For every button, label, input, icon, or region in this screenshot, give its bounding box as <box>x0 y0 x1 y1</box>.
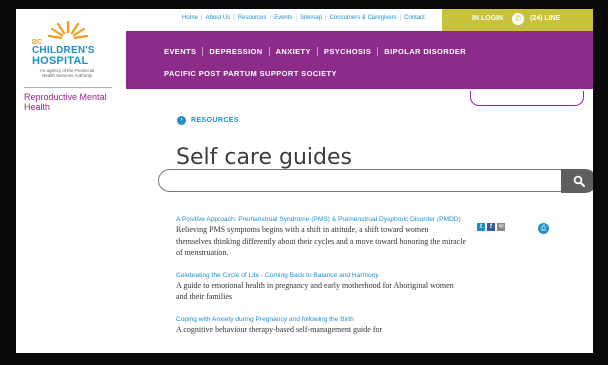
search-bar <box>158 169 593 194</box>
bc-childrens-hospital-logo[interactable]: BC CHILDREN'S HOSPITAL An agency of the … <box>24 19 114 81</box>
menu-item-pacific-post-partum[interactable]: PACIFIC POST PARTUM SUPPORT SOCIETY <box>164 69 337 78</box>
breadcrumb-resources[interactable]: RESOURCES <box>191 117 239 124</box>
chevron-right-icon: › <box>177 116 186 125</box>
list-item: A Positive Approach: Premenstrual Syndro… <box>176 215 466 259</box>
separator: | <box>269 15 272 21</box>
util-link-home[interactable]: Home <box>182 15 198 21</box>
phone-icon: ✆ <box>512 13 524 25</box>
result-title-link[interactable]: Coping with Anxiety during Pregnancy and… <box>176 315 466 324</box>
menu-item-anxiety[interactable]: ANXIETY <box>268 47 317 56</box>
util-link-about[interactable]: About Us <box>206 15 231 21</box>
email-icon[interactable]: ✉ <box>497 223 505 231</box>
search-button[interactable] <box>561 169 593 193</box>
result-description: A guide to emotional health in pregnancy… <box>176 280 454 302</box>
twitter-icon[interactable]: t <box>477 223 485 231</box>
search-input[interactable] <box>158 169 564 192</box>
utility-links: Home | About Us | Resources | Events | Sitem… <box>182 15 425 21</box>
main-menu-row: EVENTS DEPRESSION ANXIETY PSYCHOSIS BIPO… <box>164 47 472 56</box>
result-title-link[interactable]: A Positive Approach: Premenstrual Syndro… <box>176 215 466 224</box>
facebook-icon[interactable]: f <box>487 223 495 231</box>
browser-screen: BC CHILDREN'S HOSPITAL An agency of the … <box>16 9 593 353</box>
share-buttons: t f ✉ <box>477 223 505 231</box>
separator: | <box>233 15 235 21</box>
list-item: Celebrating the Circle of Life - Coming … <box>176 271 466 303</box>
result-title-link[interactable]: Celebrating the Circle of Life - Coming … <box>176 271 466 280</box>
main-menu: EVENTS DEPRESSION ANXIETY PSYCHOSIS BIPO… <box>126 31 593 89</box>
menu-item-psychosis[interactable]: PSYCHOSIS <box>316 47 377 56</box>
separator: | <box>295 15 297 21</box>
utility-nav: Home | About Us | Resources | Events | Sitem… <box>126 9 593 31</box>
menu-item-depression[interactable]: DEPRESSION <box>202 47 268 56</box>
sidebar: BC CHILDREN'S HOSPITAL An agency of the … <box>16 9 126 353</box>
util-link-resources[interactable]: Resources <box>238 15 267 21</box>
separator: | <box>201 15 203 21</box>
results-list: A Positive Approach: Premenstrual Syndro… <box>176 215 466 347</box>
secondary-tab[interactable] <box>470 91 584 106</box>
login-link[interactable]: IN LOGIN <box>472 15 503 22</box>
search-icon <box>573 175 585 187</box>
logo-subtitle: An agency of the Provincial Health Servi… <box>39 68 95 78</box>
util-link-sitemap[interactable]: Sitemap <box>300 15 322 21</box>
list-item: Coping with Anxiety during Pregnancy and… <box>176 315 466 336</box>
util-link-events[interactable]: Events <box>274 15 292 21</box>
result-description: Relieving PMS symptoms begins with a shi… <box>176 225 466 257</box>
sidebar-divider <box>24 87 112 88</box>
phone-line-link[interactable]: (24) LINE <box>530 15 560 22</box>
result-description: A cognitive behaviour therapy-based self… <box>176 324 383 334</box>
main-content: Home | About Us | Resources | Events | Sitem… <box>126 9 593 353</box>
page-title: Self care guides <box>176 144 352 170</box>
util-link-contact[interactable]: Contact <box>404 15 425 21</box>
separator: | <box>399 15 402 21</box>
separator: | <box>325 15 327 21</box>
logo-line-2: HOSPITAL <box>32 55 89 67</box>
sun-icon <box>48 20 88 41</box>
menu-item-events[interactable]: EVENTS <box>164 47 202 56</box>
menu-item-bipolar-disorder[interactable]: BIPOLAR DISORDER <box>377 47 472 56</box>
login-bar: IN LOGIN ✆ (24) LINE <box>442 9 593 31</box>
print-icon[interactable]: ⎙ <box>538 223 549 234</box>
breadcrumb: › RESOURCES <box>177 116 239 125</box>
sidebar-link-reproductive-mental-health[interactable]: Reproductive Mental Health <box>24 92 114 112</box>
util-link-consumers[interactable]: Consumers & Caregivers <box>330 15 397 21</box>
